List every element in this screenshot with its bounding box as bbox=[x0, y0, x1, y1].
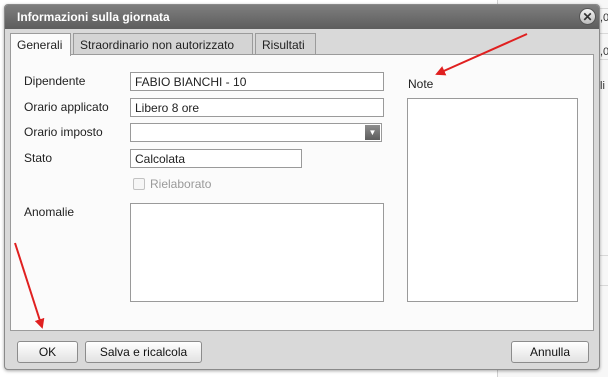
rielaborato-checkbox[interactable] bbox=[133, 178, 145, 190]
background-fragment: ,0 bbox=[600, 12, 608, 24]
orario-applicato-label: Orario applicato bbox=[24, 100, 109, 114]
dialog-title: Informazioni sulla giornata bbox=[17, 10, 170, 24]
orario-imposto-label: Orario imposto bbox=[24, 125, 103, 139]
ok-button[interactable]: OK bbox=[17, 341, 78, 363]
anomalie-label: Anomalie bbox=[24, 205, 75, 219]
note-label: Note bbox=[408, 77, 434, 91]
tab-risultati[interactable]: Risultati bbox=[255, 33, 316, 54]
salva-ricalcola-button[interactable]: Salva e ricalcola bbox=[85, 341, 202, 363]
day-info-dialog: Informazioni sulla giornata ✕ Generali S… bbox=[4, 4, 600, 370]
rielaborato-label: Rielaborato bbox=[150, 177, 212, 191]
tab-generali[interactable]: Generali bbox=[10, 33, 71, 56]
dialog-footer: OK Salva e ricalcola Annulla bbox=[5, 332, 599, 369]
tab-straordinario[interactable]: Straordinario non autorizzato bbox=[73, 33, 253, 54]
tab-panel-generali: Dipendente FABIO BIANCHI - 10 Orario app… bbox=[10, 54, 594, 331]
stato-label: Stato bbox=[24, 151, 53, 165]
dipendente-field[interactable]: FABIO BIANCHI - 10 bbox=[130, 72, 384, 91]
dialog-titlebar[interactable]: Informazioni sulla giornata ✕ bbox=[5, 5, 599, 29]
background-fragment: ,0 bbox=[600, 46, 608, 58]
annulla-button[interactable]: Annulla bbox=[511, 341, 589, 363]
background-fragment: li bbox=[600, 80, 605, 92]
anomalie-textarea[interactable] bbox=[130, 203, 384, 302]
dipendente-label: Dipendente bbox=[24, 74, 86, 88]
orario-imposto-select[interactable]: ▼ bbox=[130, 123, 382, 142]
chevron-down-icon[interactable]: ▼ bbox=[365, 125, 380, 140]
close-icon: ✕ bbox=[582, 9, 593, 24]
close-button[interactable]: ✕ bbox=[579, 8, 596, 25]
note-textarea[interactable] bbox=[407, 98, 578, 302]
orario-applicato-field[interactable]: Libero 8 ore bbox=[130, 98, 384, 117]
stato-field[interactable]: Calcolata bbox=[130, 149, 302, 168]
